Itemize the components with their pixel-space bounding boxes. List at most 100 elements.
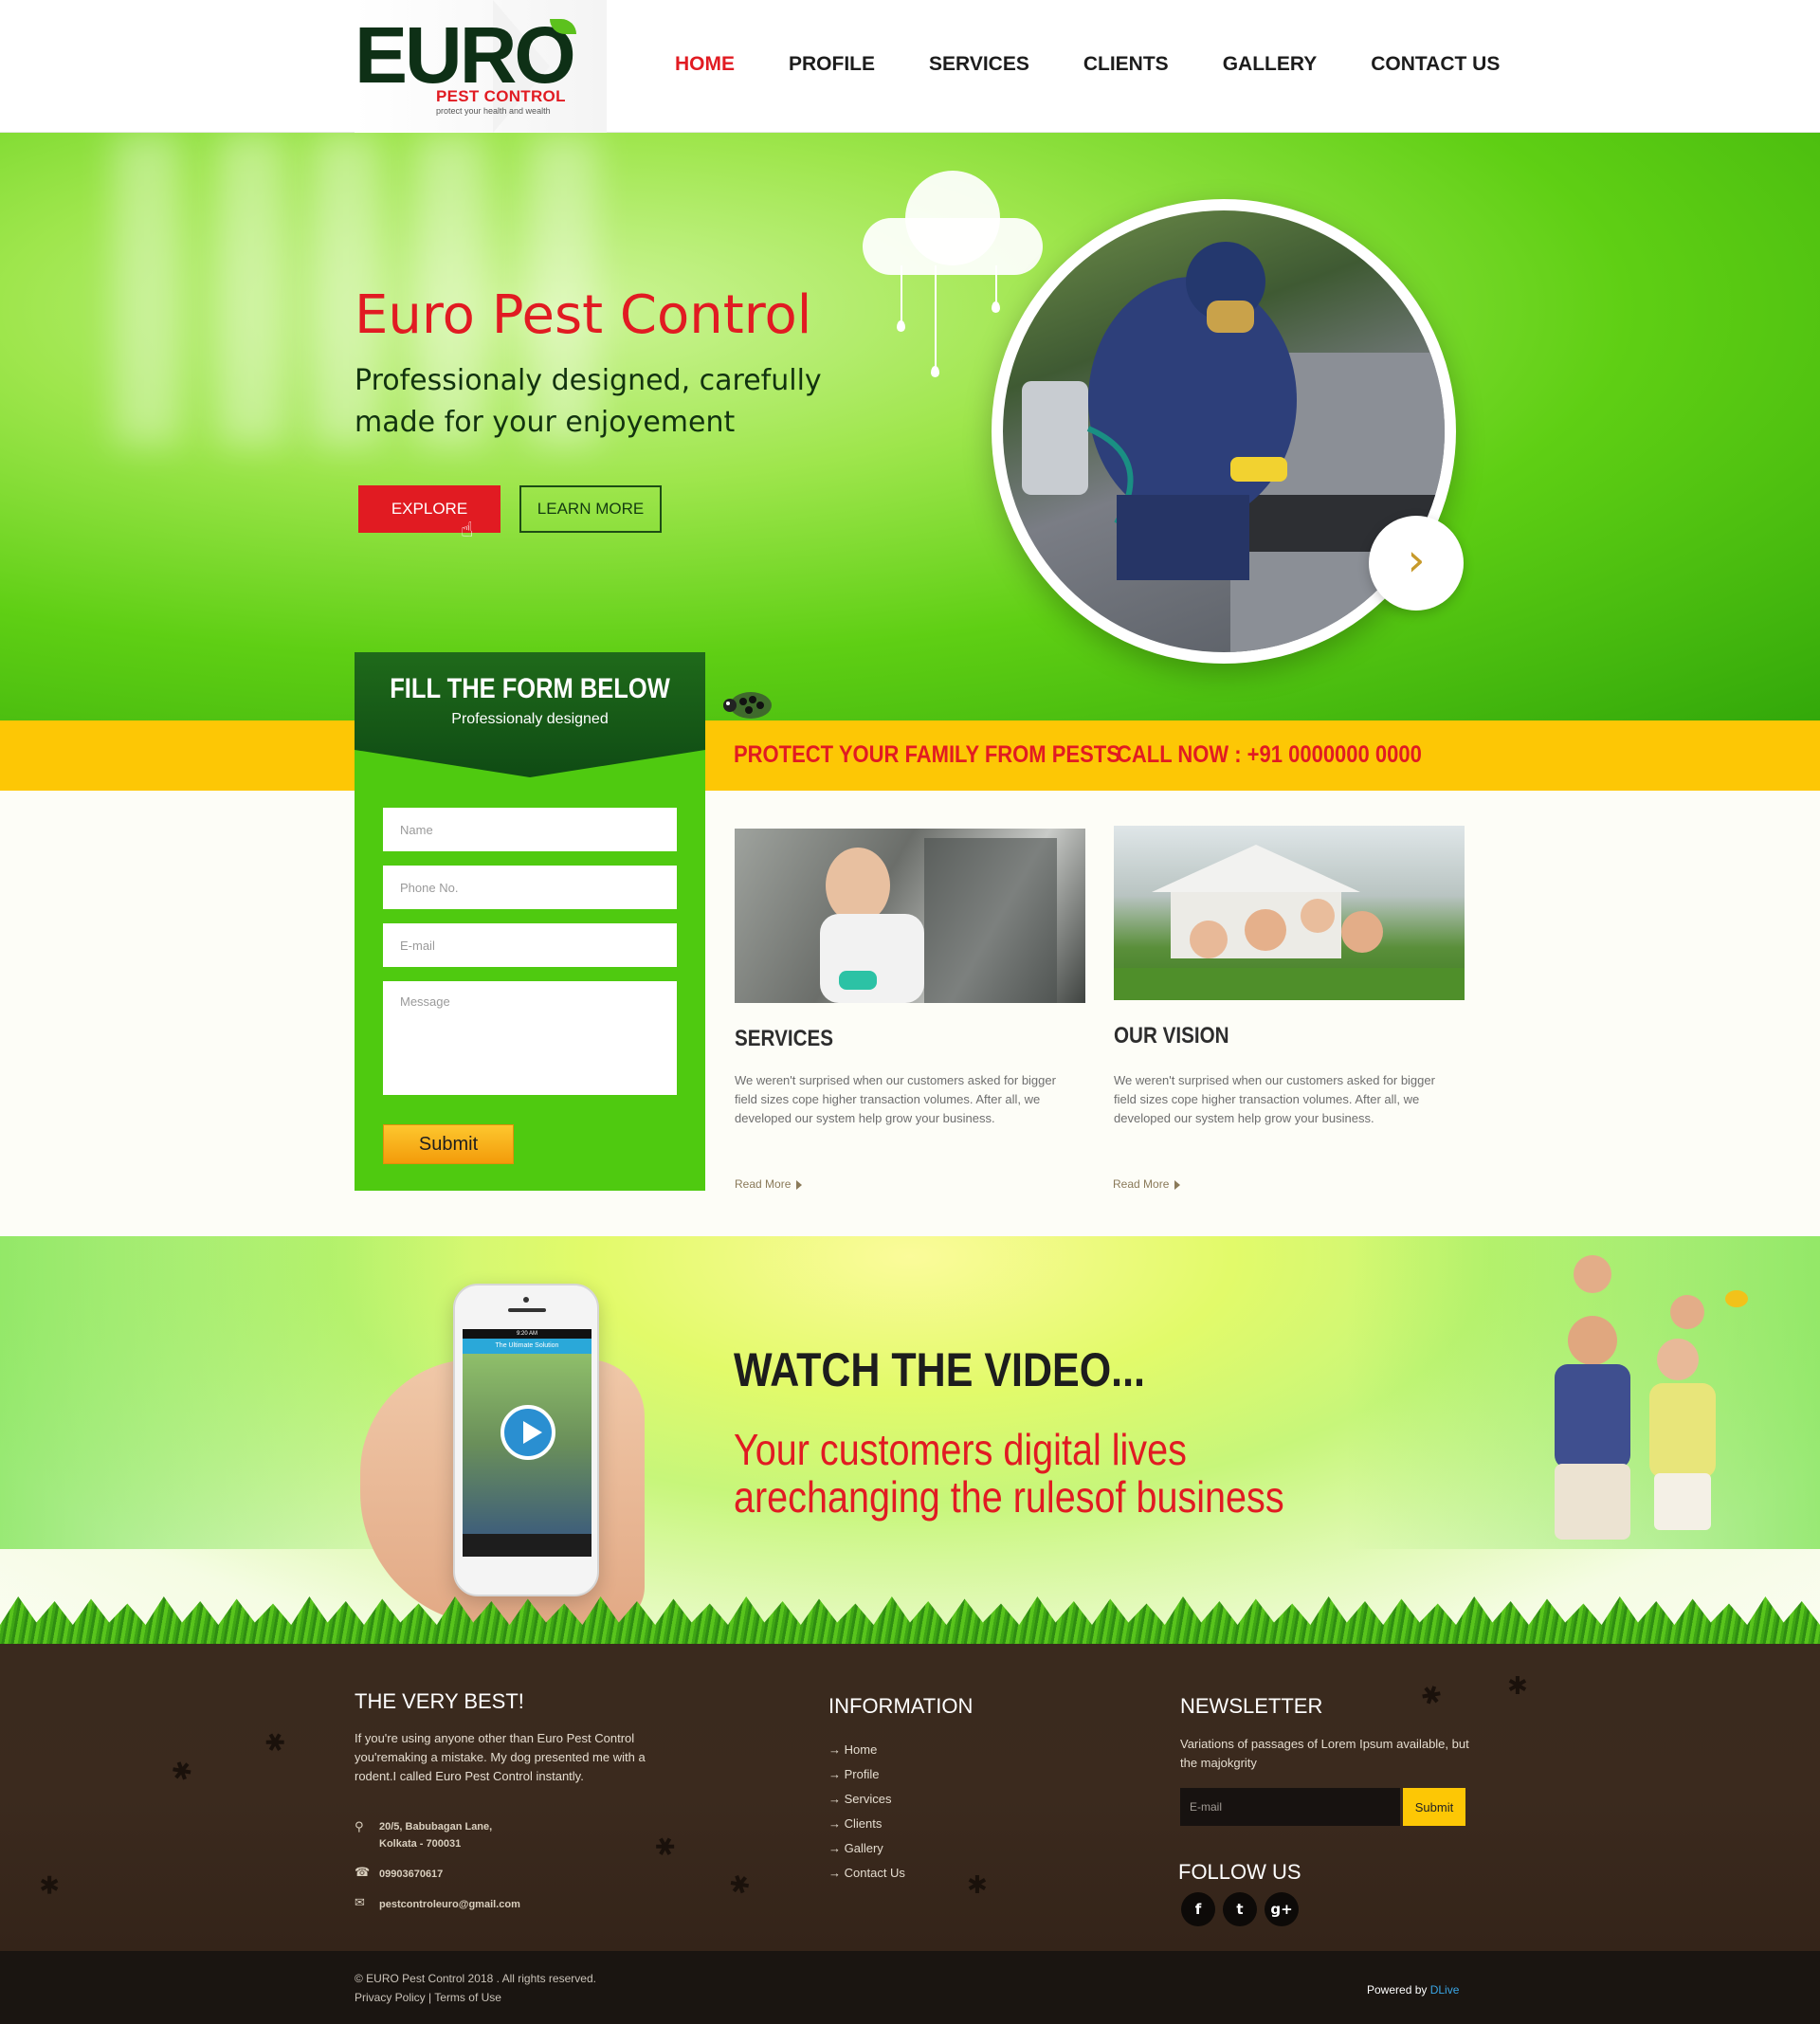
play-video-button[interactable] [500,1405,555,1460]
logo-wordmark: EURO [355,10,576,100]
ladybug-icon [720,684,774,719]
pointer-cursor-icon: ☝ [461,518,474,541]
copyright: © EURO Pest Control 2018 . All rights re… [355,1972,596,1985]
nav-profile[interactable]: PROFILE [789,53,875,76]
services-text: We weren't surprised when our customers … [735,1073,1056,1125]
powered-by-label: Powered by [1367,1983,1428,1997]
name-field[interactable] [383,808,677,851]
terms-link[interactable]: Terms of Use [434,1991,501,2004]
phone-status-time: 9:20 AM [463,1329,592,1339]
logo-subtitle: PEST CONTROL [436,87,566,105]
vision-read-more[interactable]: Read More [1113,1177,1181,1191]
phone-icon: ☎ [355,1866,371,1880]
main-nav: HOME PROFILE SERVICES CLIENTS GALLERY CO… [675,53,1554,76]
grass-border [0,1596,1820,1644]
vision-title: OUR VISION [1114,1023,1229,1048]
address-line2: Kolkata - 700031 [379,1838,462,1850]
cloud-icon [863,161,1043,377]
nav-home[interactable]: HOME [675,53,735,76]
nav-contact[interactable]: CONTACT US [1371,53,1500,76]
facebook-icon[interactable]: f [1181,1892,1215,1926]
phone-screen: 9:20 AM The Ultimate Solution [463,1329,592,1557]
ant-icon: ✱ [647,1830,681,1866]
email-field[interactable] [383,923,677,967]
privacy-link[interactable]: Privacy Policy [355,1991,426,2004]
services-title: SERVICES [735,1026,834,1051]
twitter-icon[interactable]: t [1223,1892,1257,1926]
footer-link-profile[interactable]: → Profile [828,1767,879,1781]
slider-next-button[interactable]: › [1369,516,1464,611]
footer-link-home[interactable]: → Home [828,1742,877,1757]
about-text: If you're using anyone other than Euro P… [355,1731,646,1783]
site-header: EURO PEST CONTROL protect your health an… [0,0,1820,133]
video-subtitle-line1: Your customers digital lives [734,1425,1187,1474]
ant-icon: ✱ [967,1871,988,1900]
family-image [1555,1255,1748,1540]
video-subtitle: Your customers digital lives arechanging… [734,1426,1320,1521]
ant-icon: ✱ [259,1725,292,1761]
follow-title: FOLLOW US [1178,1860,1301,1884]
services-photo [735,829,1085,1003]
hero-title: Euro Pest Control [355,284,812,346]
learn-more-button[interactable]: LEARN MORE [519,485,662,533]
services-read-more[interactable]: Read More [735,1177,803,1191]
chevron-right-icon: › [1407,534,1426,587]
read-more-label: Read More [735,1177,792,1191]
about-title: THE VERY BEST! [355,1689,524,1713]
logo-tagline: protect your health and wealth [436,106,551,116]
message-field[interactable] [383,981,677,1095]
nav-gallery[interactable]: GALLERY [1223,53,1318,76]
bottom-bar: © EURO Pest Control 2018 . All rights re… [0,1951,1820,2024]
hero-subtitle: Professionaly designed, carefully made f… [355,364,822,439]
nav-services[interactable]: SERVICES [929,53,1029,76]
site-logo[interactable]: EURO PEST CONTROL protect your health an… [355,15,648,129]
legal-links: Privacy Policy | Terms of Use [355,1991,501,2004]
ant-icon: ✱ [725,1869,755,1903]
nav-clients[interactable]: CLIENTS [1083,53,1169,76]
footer-link-contact[interactable]: → Contact Us [828,1866,905,1880]
powered-brand-link[interactable]: DLive [1430,1983,1460,1997]
mail-icon: ✉ [355,1896,365,1910]
form-submit-button[interactable]: Submit [383,1124,514,1164]
video-subtitle-line2: arechanging the rulesof business [734,1472,1284,1522]
explore-button[interactable]: EXPLORE [358,485,500,533]
newsletter-submit-button[interactable]: Submit [1403,1788,1465,1826]
footer-phone[interactable]: 09903670617 [379,1866,443,1883]
footer-link-clients[interactable]: → Clients [828,1816,882,1831]
phone-field[interactable] [383,866,677,909]
address: 20/5, Babubagan Lane, Kolkata - 700031 [379,1818,492,1852]
ant-icon: ✱ [1414,1678,1449,1714]
newsletter-text: Variations of passages of Lorem Ipsum av… [1180,1737,1469,1770]
form-subtitle: Professionaly designed [451,711,609,727]
arrow-right-icon [796,1179,803,1190]
newsletter-email-input[interactable] [1180,1788,1400,1826]
ant-icon: ✱ [163,1754,198,1790]
phone-app-title: The Ultimate Solution [463,1339,592,1354]
google-plus-icon[interactable]: g+ [1265,1892,1299,1926]
hero-section: Euro Pest Control Professionaly designed… [0,133,1820,720]
protect-slogan: PROTECT YOUR FAMILY FROM PESTS [734,741,1120,768]
phone-mockup: 9:20 AM The Ultimate Solution [453,1284,599,1596]
ant-icon: ✱ [1507,1672,1528,1701]
footer-email[interactable]: pestcontroleuro@gmail.com [379,1896,520,1913]
footer-link-services[interactable]: → Services [828,1792,891,1806]
call-now-text[interactable]: CALL NOW : +91 0000000 0000 [1117,741,1422,769]
vision-text: We weren't surprised when our customers … [1114,1073,1435,1125]
contact-form: FILL THE FORM BELOW Professionaly design… [355,652,705,1191]
ant-icon: ✱ [30,1869,66,1902]
address-line1: 20/5, Babubagan Lane, [379,1821,493,1833]
location-pin-icon: ⚲ [355,1820,364,1834]
form-title: FILL THE FORM BELOW [390,673,670,704]
site-footer: ✱ ✱ ✱ ✱ ✱ ✱ ✱ ✱ THE VERY BEST! If you're… [0,1644,1820,1951]
background-blur [114,133,180,446]
background-blur [218,133,284,446]
powered-by: Powered by DLive [1367,1983,1459,1997]
newsletter-title: NEWSLETTER [1180,1694,1323,1718]
information-title: INFORMATION [828,1694,974,1718]
footer-link-gallery[interactable]: → Gallery [828,1841,883,1855]
vision-photo [1114,826,1465,1000]
video-section: 9:20 AM The Ultimate Solution WATCH THE … [0,1236,1820,1644]
video-title: WATCH THE VIDEO... [734,1343,1145,1396]
read-more-label: Read More [1113,1177,1170,1191]
arrow-right-icon [1174,1179,1181,1190]
